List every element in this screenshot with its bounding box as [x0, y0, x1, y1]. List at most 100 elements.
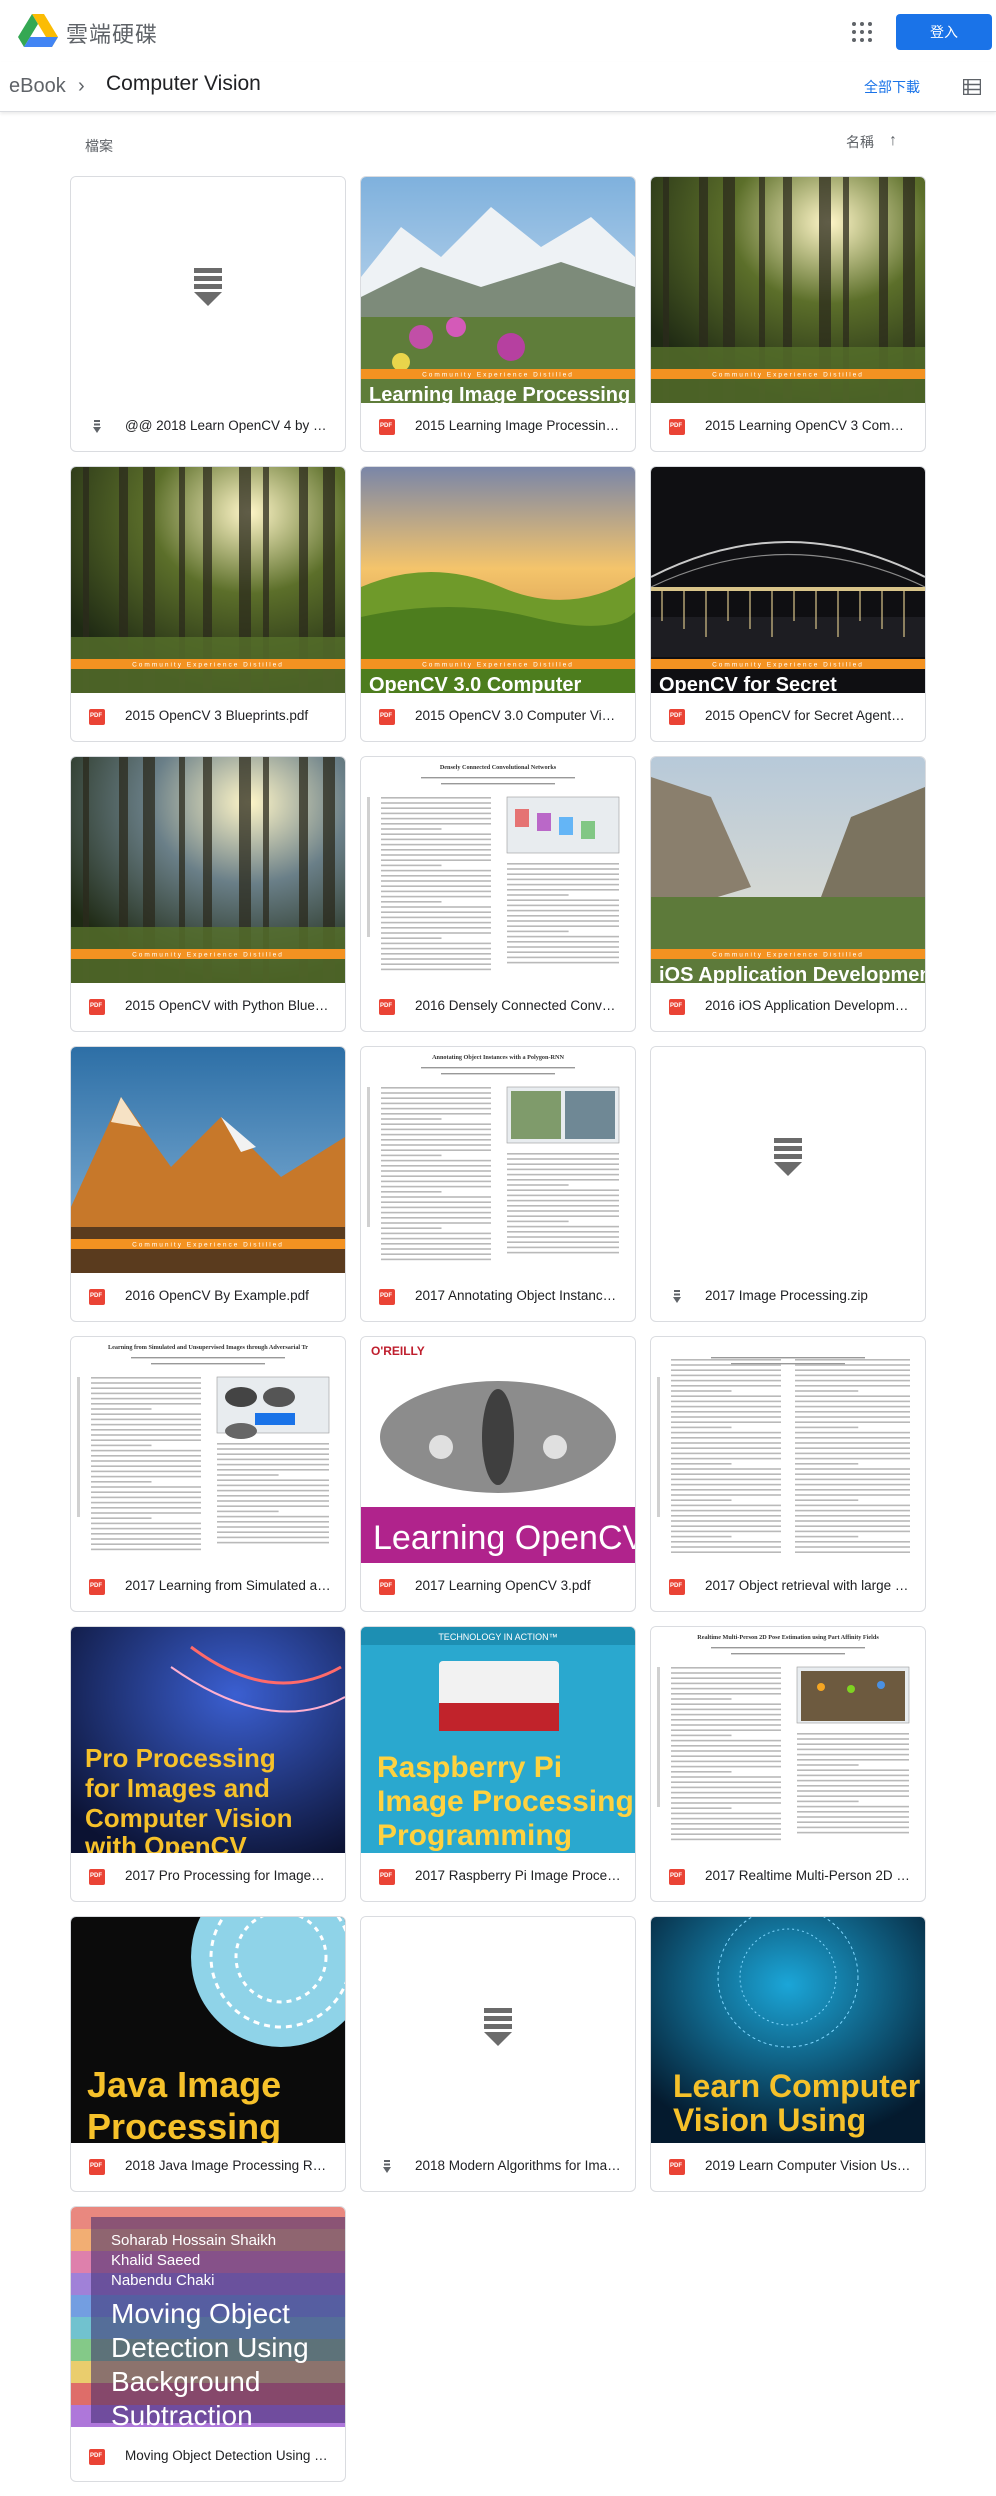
file-name: 2017 Learning OpenCV 3.pdf — [415, 1578, 591, 1593]
file-card[interactable]: Pro Processing for Images and Computer Vi… — [70, 1626, 346, 1902]
drive-logo-icon[interactable] — [18, 14, 58, 48]
login-button[interactable]: 登入 — [896, 14, 992, 50]
file-label-row: 2019 Learn Computer Vision Using OpenCV.… — [651, 2143, 925, 2191]
thumbnail-image: Learn Computer Vision Using — [651, 1917, 925, 2143]
file-label-row: 2015 OpenCV 3.0 Computer Vision with Jav… — [361, 693, 635, 741]
thumbnail-image: Community Experience Distilled — [71, 1047, 345, 1273]
file-thumbnail: Realtime Multi-Person 2D Pose Estimation… — [651, 1627, 925, 1853]
file-grid: @@ 2018 Learn OpenCV 4 by Building Proje… — [70, 176, 938, 2486]
file-card[interactable]: Community Experience Distilled 2015 OpenC… — [70, 756, 346, 1032]
thumbnail-image: Realtime Multi-Person 2D Pose Estimation… — [651, 1627, 925, 1853]
file-card[interactable]: Learning Image Processing Community Exper… — [360, 176, 636, 452]
file-card[interactable]: @@ 2018 Learn OpenCV 4 by Building Proje… — [70, 176, 346, 452]
svg-text:Learning from Simulated and Un: Learning from Simulated and Unsupervised… — [108, 1344, 308, 1351]
file-card[interactable]: Realtime Multi-Person 2D Pose Estimation… — [650, 1626, 926, 1902]
thumbnail-image: TECHNOLOGY IN ACTION™ Raspberry Pi Image … — [361, 1627, 635, 1853]
file-label-row: 2017 Raspberry Pi Image Processing Progr… — [361, 1853, 635, 1901]
sort-by-name-button[interactable]: 名稱 — [846, 132, 874, 152]
file-name: 2018 Modern Algorithms for Image Process… — [415, 2158, 621, 2173]
file-card[interactable]: TECHNOLOGY IN ACTION™ Raspberry Pi Image … — [360, 1626, 636, 1902]
file-thumbnail: Learn Computer Vision Using — [651, 1917, 925, 2143]
pdf-file-icon — [669, 1579, 685, 1595]
file-label-row: 2015 OpenCV 3 Blueprints.pdf — [71, 693, 345, 741]
list-view-icon[interactable] — [963, 79, 981, 95]
file-name: 2016 OpenCV By Example.pdf — [125, 1288, 309, 1303]
file-card[interactable]: Java ImageProcessing 2018 Java Image Proc… — [70, 1916, 346, 2192]
file-card[interactable]: Community Experience Distilled 2016 OpenC… — [70, 1046, 346, 1322]
pdf-file-icon — [89, 1289, 105, 1305]
file-label-row: 2017 Pro Processing for Images and Compu… — [71, 1853, 345, 1901]
file-name: 2019 Learn Computer Vision Using OpenCV.… — [705, 2158, 911, 2173]
file-card[interactable]: O'REILLY Learning OpenCV 3 2017 Learning … — [360, 1336, 636, 1612]
file-card[interactable]: Community Experience Distilled 2015 Learn… — [650, 176, 926, 452]
file-thumbnail: Community Experience Distilled — [651, 177, 925, 403]
file-label-row: 2017 Realtime Multi-Person 2D Pose Estim… — [651, 1853, 925, 1901]
breadcrumb-root-link[interactable]: eBook — [9, 75, 66, 98]
file-card[interactable]: OpenCV 3.0 Computer Community Experience … — [360, 466, 636, 742]
pdf-file-icon — [669, 1869, 685, 1885]
file-label-row: Moving Object Detection Using Background… — [71, 2433, 345, 2481]
file-thumbnail: Pro Processing for Images and Computer Vi… — [71, 1627, 345, 1853]
download-all-button[interactable]: 全部下載 — [864, 77, 920, 97]
svg-text:TECHNOLOGY IN ACTION™: TECHNOLOGY IN ACTION™ — [438, 1632, 557, 1642]
thumbnail-image — [651, 1337, 925, 1563]
file-label-row: 2015 OpenCV for Secret Agents.pdf — [651, 693, 925, 741]
column-header-row: 檔案 名稱 ↑ — [0, 112, 996, 176]
thumbnail-image: iOS Application Development Community Exp… — [651, 757, 925, 983]
file-thumbnail: Learning from Simulated and Unsupervised… — [71, 1337, 345, 1563]
thumbnail-image: Learning from Simulated and Unsupervised… — [71, 1337, 345, 1563]
file-label-row: 2017 Learning OpenCV 3.pdf — [361, 1563, 635, 1611]
file-name: @@ 2018 Learn OpenCV 4 by Building Proje… — [125, 418, 331, 433]
apps-grid-icon[interactable] — [852, 22, 872, 42]
svg-text:Learning Image Processing: Learning Image Processing — [369, 384, 630, 403]
thumbnail-image: Community Experience Distilled — [71, 467, 345, 693]
pdf-file-icon — [89, 1579, 105, 1595]
pdf-file-icon — [89, 999, 105, 1015]
file-label-row: 2016 iOS Application Development with Op… — [651, 983, 925, 1031]
svg-text:iOS Application Development: iOS Application Development — [659, 964, 925, 983]
thumbnail-image: OpenCV for Secret Community Experience Di… — [651, 467, 925, 693]
file-card[interactable]: Annotating Object Instances with a Polyg… — [360, 1046, 636, 1322]
thumbnail-image: OpenCV 3.0 Computer Community Experience … — [361, 467, 635, 693]
pdf-file-icon — [379, 999, 395, 1015]
file-name: 2017 Object retrieval with large vocabul… — [705, 1578, 911, 1593]
file-label-row: 2015 Learning Image Processing with Open… — [361, 403, 635, 451]
file-thumbnail: Java Image Processing — [71, 1917, 345, 2143]
file-label-row: 2017 Learning from Simulated and Unsuper… — [71, 1563, 345, 1611]
file-label-row: 2015 OpenCV with Python Blueprints.pdf — [71, 983, 345, 1031]
pdf-file-icon — [89, 2159, 105, 2175]
svg-text:Java ImageProcessing: Java Image Processing — [87, 2064, 281, 2143]
file-card[interactable]: Soharab Hossain Shaikh Khalid Saeed Nabend… — [70, 2206, 346, 2482]
zip-file-icon — [669, 1289, 685, 1305]
file-card[interactable]: 2018 Modern Algorithms for Image Process… — [360, 1916, 636, 2192]
file-card[interactable]: iOS Application Development Community Exp… — [650, 756, 926, 1032]
svg-text:Nabendu Chaki: Nabendu Chaki — [111, 2272, 214, 2289]
file-name: 2018 Java Image Processing Recipes.pdf — [125, 2158, 331, 2173]
pdf-file-icon — [89, 2449, 105, 2465]
file-label-row: 2018 Java Image Processing Recipes.pdf — [71, 2143, 345, 2191]
file-card[interactable]: Community Experience Distilled 2015 OpenC… — [70, 466, 346, 742]
file-name: 2017 Realtime Multi-Person 2D Pose Estim… — [705, 1868, 911, 1883]
file-card[interactable]: 2017 Image Processing.zip — [650, 1046, 926, 1322]
file-label-row: 2016 OpenCV By Example.pdf — [71, 1273, 345, 1321]
file-label-row: 2018 Modern Algorithms for Image Process… — [361, 2143, 635, 2191]
file-name: 2015 OpenCV 3.0 Computer Vision with Jav… — [415, 708, 621, 723]
file-card[interactable]: 2017 Object retrieval with large vocabul… — [650, 1336, 926, 1612]
file-thumbnail: OpenCV for Secret Community Experience Di… — [651, 467, 925, 693]
file-name: 2015 OpenCV 3 Blueprints.pdf — [125, 708, 309, 723]
pdf-file-icon — [89, 1869, 105, 1885]
thumbnail-image — [71, 177, 345, 403]
app-title[interactable]: 雲端硬碟 — [66, 17, 158, 49]
pdf-file-icon — [379, 1869, 395, 1885]
file-card[interactable]: OpenCV for Secret Community Experience Di… — [650, 466, 926, 742]
svg-text:OpenCV 3.0 Computer: OpenCV 3.0 Computer — [369, 674, 581, 693]
file-card[interactable]: Learn ComputerVision Using 2019 Learn Com… — [650, 1916, 926, 2192]
thumbnail-image: Java Image Processing — [71, 1917, 345, 2143]
pdf-file-icon — [379, 709, 395, 725]
sort-ascending-icon[interactable]: ↑ — [889, 132, 897, 150]
file-thumbnail: TECHNOLOGY IN ACTION™ Raspberry Pi Image … — [361, 1627, 635, 1853]
file-card[interactable]: Densely Connected Convolutional Networks… — [360, 756, 636, 1032]
top-bar: 雲端硬碟 登入 — [0, 0, 996, 62]
file-card[interactable]: Learning from Simulated and Unsupervised… — [70, 1336, 346, 1612]
file-label-row: 2017 Object retrieval with large vocabul… — [651, 1563, 925, 1611]
